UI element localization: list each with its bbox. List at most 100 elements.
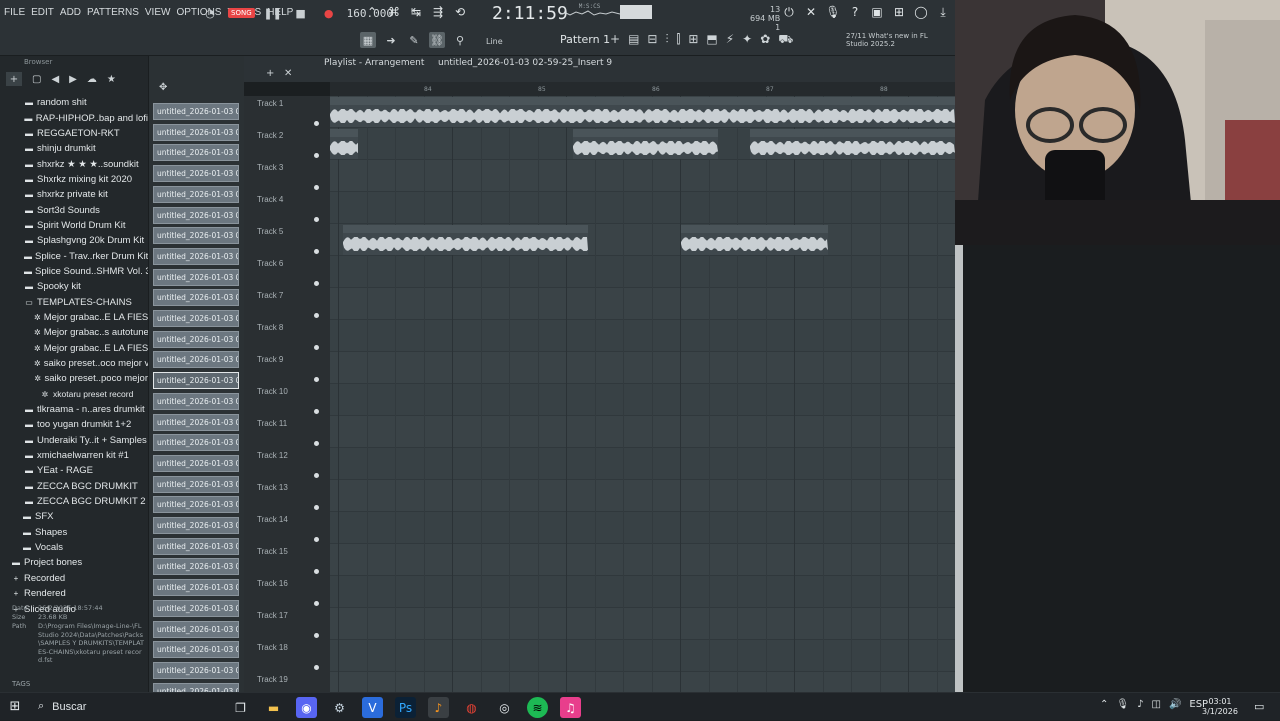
link-icon[interactable]: ⛓ <box>429 32 445 48</box>
picker-move-icon[interactable]: ✥ <box>159 82 167 93</box>
volume-icon[interactable]: 🔊 <box>1169 699 1181 710</box>
picker-clip[interactable]: untitled_2026-01-03 02- <box>153 372 239 390</box>
menu-edit[interactable]: EDIT <box>31 7 54 18</box>
track-mute-toggle[interactable] <box>314 345 319 350</box>
notifications-icon[interactable]: ▭ <box>1254 700 1264 713</box>
browser-item[interactable]: ▬ tlkraama - n..ares drumkit <box>0 402 148 417</box>
picker-clip[interactable]: untitled_2026-01-03 02- <box>153 330 239 348</box>
wifi-icon[interactable]: ◫ <box>1151 699 1160 710</box>
snap-mode[interactable]: Line <box>486 37 503 46</box>
playlist-title[interactable]: Playlist - Arrangement <box>324 56 424 70</box>
menu-view[interactable]: VIEW <box>145 7 171 18</box>
wand-icon[interactable]: ✦ <box>742 32 752 48</box>
arrow-right-icon[interactable]: ➜ <box>383 32 399 48</box>
menu-file[interactable]: FILE <box>4 7 25 18</box>
plus-icon[interactable]: + <box>610 32 620 48</box>
vertical-scrollbar[interactable] <box>955 245 963 692</box>
track-mute-toggle[interactable] <box>314 217 319 222</box>
browser-item[interactable]: + Rendered <box>0 586 148 601</box>
track-mute-toggle[interactable] <box>314 505 319 510</box>
picker-clip[interactable]: untitled_2026-01-03 02- <box>153 185 239 203</box>
picker-clip[interactable]: untitled_2026-01-03 02- <box>153 351 239 369</box>
taskbar-clock[interactable]: 03:01 3/1/2026 <box>1202 697 1238 717</box>
picker-clip[interactable]: untitled_2026-01-03 02- <box>153 123 239 141</box>
pencil-icon[interactable]: ✎ <box>406 32 422 48</box>
browser-item[interactable]: ▬ Shxrkz mixing kit 2020 <box>0 172 148 187</box>
track-label[interactable]: Track 15 <box>257 547 288 556</box>
audio-clip[interactable]: untitled_2026-01-03 03-00-58_Insert 9 <box>750 129 955 159</box>
playlist-grid[interactable]: fakemink - ok type beat - wisdom un..9 unt… <box>330 96 955 692</box>
channel-rack-icon[interactable]: ⊟ <box>647 32 657 48</box>
browser-item[interactable]: ▬ Vocals <box>0 540 148 555</box>
track-label[interactable]: Track 10 <box>257 387 288 396</box>
track-label[interactable]: Track 14 <box>257 515 288 524</box>
browser-item[interactable]: ✲ saiko preset..poco mejor <box>0 371 148 386</box>
chrome-icon[interactable]: ◍ <box>461 697 482 718</box>
picker-clip[interactable]: untitled_2026-01-03 02- <box>153 599 239 617</box>
chevron-up-icon[interactable]: ⌃ <box>1100 699 1108 710</box>
stamp-icon[interactable]: ⚲ <box>452 32 468 48</box>
back-icon[interactable]: ◀ <box>51 74 59 85</box>
picker-clip[interactable]: untitled_2026-01-03 02- <box>153 475 239 493</box>
picker-clip[interactable]: untitled_2026-01-03 02- <box>153 206 239 224</box>
picker-clip[interactable]: untitled_2026-01-03 02- <box>153 620 239 638</box>
picker-clip[interactable]: untitled_2026-01-03 02- <box>153 144 239 162</box>
track-mute-toggle[interactable] <box>314 569 319 574</box>
file-explorer-icon[interactable]: ▬ <box>263 697 284 718</box>
browser-item[interactable]: ✲ xkotaru preset record <box>0 387 148 402</box>
picker-clip[interactable]: untitled_2026-01-03 02- <box>153 558 239 576</box>
track-mute-toggle[interactable] <box>314 249 319 254</box>
track-label[interactable]: Track 9 <box>257 355 283 364</box>
obs-icon[interactable]: ◎ <box>494 697 515 718</box>
browser-item[interactable]: ▬ xmichaelwarren kit #1 <box>0 448 148 463</box>
browser-item[interactable]: ✲Mejor grabac..E LA FIESTA <box>0 341 148 356</box>
picker-clip[interactable]: untitled_2026-01-03 02- <box>153 537 239 555</box>
track-label[interactable]: Track 11 <box>257 419 287 428</box>
taskbar-search[interactable]: ⌕ Buscar <box>30 693 220 721</box>
audio-icon[interactable]: ♪ <box>1137 699 1143 710</box>
play-button[interactable]: ❚❚ <box>263 4 283 22</box>
menu-patterns[interactable]: PATTERNS <box>87 7 139 18</box>
track-mute-toggle[interactable] <box>314 377 319 382</box>
plugin-icon[interactable]: ⊞ <box>892 5 906 19</box>
audio-clip[interactable]: fakemink - ok type beat - wisdom <box>330 97 955 127</box>
picker-clip[interactable]: untitled_2026-01-03 03- <box>153 641 239 659</box>
track-mute-toggle[interactable] <box>314 537 319 542</box>
track-label[interactable]: Track 6 <box>257 259 283 268</box>
add-track-icon[interactable]: + <box>266 68 274 79</box>
picker-clip[interactable]: untitled_2026-01-03 02- <box>153 103 239 120</box>
pattern-selector[interactable]: Pattern 1 <box>560 33 610 46</box>
picker-clip[interactable]: untitled_2026-01-03 02- <box>153 454 239 472</box>
piano-icon[interactable]: ⫿ <box>676 32 680 48</box>
browser-item[interactable]: ▬ SFX <box>0 509 148 524</box>
browser-item[interactable]: ▬ YEat - RAGE <box>0 463 148 478</box>
picker-clip[interactable]: untitled_2026-01-03 02- <box>153 434 239 452</box>
audio-clip[interactable]: untitled_2026-01-03 03-00-10_Insert 9 <box>681 225 828 255</box>
piano-roll-icon[interactable]: ▦ <box>360 32 376 48</box>
track-mute-toggle[interactable] <box>314 473 319 478</box>
browser-item[interactable]: ▬ shxrkz ★ ★ ★..soundkit <box>0 156 148 171</box>
download-icon[interactable]: ⤓ <box>936 5 950 19</box>
browser-item[interactable]: ▬ random shit <box>0 95 148 110</box>
help-icon[interactable]: ? <box>848 5 862 19</box>
mixer-icon[interactable]: ⫶ <box>665 32 668 48</box>
track-label[interactable]: Track 5 <box>257 227 283 236</box>
loop-icon[interactable]: ⟲ <box>453 5 467 19</box>
browser-item[interactable]: ▬ REGGAETON-RKT <box>0 126 148 141</box>
track-label[interactable]: Track 4 <box>257 195 283 204</box>
browser-item[interactable]: ▬ Shapes <box>0 525 148 540</box>
track-mute-toggle[interactable] <box>314 121 319 126</box>
fl-studio-icon[interactable]: ♪ <box>428 697 449 718</box>
browser-item[interactable]: ▬ Splashgvng 20k Drum Kit <box>0 233 148 248</box>
picker-clip[interactable]: untitled_2026-01-03 02- <box>153 247 239 265</box>
current-clip[interactable]: untitled_2026-01-03 02-59-25_Insert 9 <box>438 56 612 70</box>
close-icon[interactable]: ✕ <box>804 5 818 19</box>
picker-clip[interactable]: untitled_2026-01-03 02- <box>153 227 239 245</box>
track-label[interactable]: Track 18 <box>257 643 288 652</box>
track-label[interactable]: Track 8 <box>257 323 283 332</box>
track-label[interactable]: Track 12 <box>257 451 288 460</box>
step-icon[interactable]: ⇶ <box>431 5 445 19</box>
browser-item[interactable]: ▬ ZECCA BGC DRUMKIT <box>0 479 148 494</box>
audio-clip[interactable]: untitled_2026-01-03 02-59-06_Insert 9 <box>343 225 588 255</box>
chat-icon[interactable]: ◯ <box>914 5 928 19</box>
